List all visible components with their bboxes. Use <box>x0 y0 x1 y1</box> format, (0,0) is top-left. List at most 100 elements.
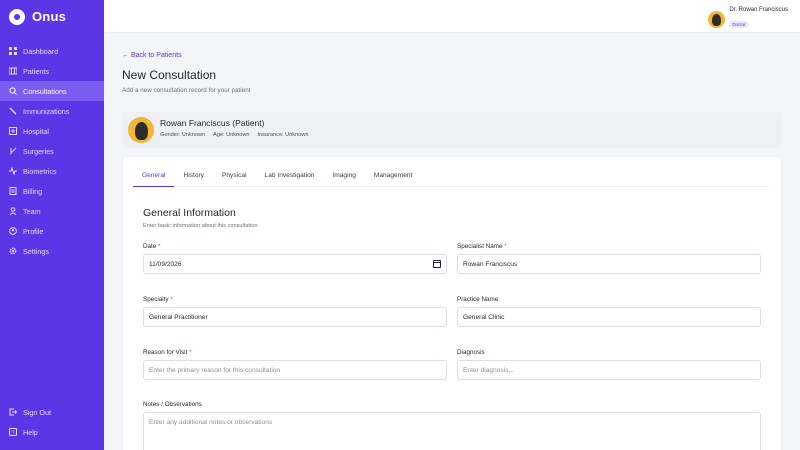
sidebar-item-label: Dashboard <box>23 46 59 56</box>
notes-label: Notes / Observations <box>143 401 202 408</box>
sidebar-item-label: Billing <box>23 186 43 196</box>
sidebar-item-label: Settings <box>23 246 49 256</box>
patient-gender: Gender: Unknown <box>160 132 206 138</box>
diagnosis-label: Diagnosis <box>457 349 485 356</box>
avatar <box>708 10 726 28</box>
patient-card: Rowan Franciscus (Patient) Gender: Unkno… <box>122 112 782 148</box>
sidebar-item-label: Hospital <box>23 126 49 136</box>
specialty-input[interactable]: General Practitioner <box>143 307 447 327</box>
sidebar-item-biometrics[interactable]: Biometrics <box>0 161 104 181</box>
sign-out-label: Sign Out <box>23 407 51 417</box>
specialist-field-group: Specialist Name * Rowan Franciscus <box>457 243 761 274</box>
user-name: Dr. Rowan Franciscus <box>729 7 788 13</box>
specialty-label: Specialty * <box>143 296 447 307</box>
sidebar-item-label: Surgeries <box>23 146 54 156</box>
receipt-icon <box>9 187 17 195</box>
tab-management[interactable]: Management <box>365 165 422 187</box>
practice-value: General Clinic <box>463 313 505 321</box>
sidebar-item-surgeries[interactable]: Surgeries <box>0 141 104 161</box>
users-icon <box>9 67 17 75</box>
patient-name: Rowan Franciscus (Patient) <box>160 118 265 128</box>
sidebar-item-label: Profile <box>23 226 44 236</box>
diagnosis-field-group: Diagnosis Enter diagnosis... <box>457 349 761 380</box>
patient-info: Gender: Unknown Age: Unknown Insurance: … <box>160 132 308 138</box>
sign-out-button[interactable]: Sign Out <box>0 402 104 422</box>
hospital-icon <box>9 127 17 135</box>
sidebar-item-team[interactable]: Team <box>0 201 104 221</box>
page-subtitle: Add a new consultation record for your p… <box>122 87 251 94</box>
sidebar-item-dashboard[interactable]: Dashboard <box>0 41 104 61</box>
practice-name-input[interactable]: General Clinic <box>457 307 761 327</box>
specialty-label-text: Specialty <box>143 296 169 303</box>
tab-general[interactable]: General <box>133 165 175 187</box>
reason-placeholder: Enter the primary reason for this consul… <box>149 366 281 374</box>
required-mark: * <box>170 296 173 303</box>
practice-label: Practice Name <box>457 296 499 303</box>
grid-icon <box>9 47 17 55</box>
specialty-value: General Practitioner <box>149 313 208 321</box>
help-button[interactable]: ? Help <box>0 422 104 442</box>
sidebar-item-label: Team <box>23 206 41 216</box>
help-icon: ? <box>9 428 17 436</box>
user-meta: Dr. Rowan Franciscus Doctor <box>729 7 788 31</box>
date-input[interactable]: 11/09/2026 <box>143 254 447 274</box>
scalpel-icon <box>9 147 17 155</box>
specialist-label-text: Specialist Name <box>457 243 503 250</box>
onus-logo-icon <box>9 8 25 25</box>
section-subtitle: Enter basic information about this consu… <box>143 223 258 229</box>
stethoscope-icon <box>9 87 17 95</box>
reason-label: Reason for Visit * <box>143 349 447 360</box>
practice-field-group: Practice Name General Clinic <box>457 296 761 327</box>
tab-bar: General History Physical Lab Investigati… <box>133 165 769 187</box>
required-mark: * <box>189 349 192 356</box>
reason-label-text: Reason for Visit <box>143 349 188 356</box>
sidebar-item-label: Biometrics <box>23 166 57 176</box>
tab-imaging[interactable]: Imaging <box>323 165 364 187</box>
calendar-icon[interactable] <box>433 260 441 268</box>
required-mark: * <box>504 243 507 250</box>
patient-age: Age: Unknown <box>213 132 250 138</box>
specialist-label: Specialist Name * <box>457 243 761 254</box>
sidebar-item-billing[interactable]: Billing <box>0 181 104 201</box>
svg-text:?: ? <box>11 430 14 436</box>
gear-icon <box>9 247 17 255</box>
consultation-form-card: General History Physical Lab Investigati… <box>122 156 782 450</box>
tab-lab-investigation[interactable]: Lab Investigation <box>256 165 324 187</box>
sign-out-icon <box>9 408 17 416</box>
brand-name: Onus <box>32 9 67 24</box>
syringe-icon <box>9 107 17 115</box>
sidebar-item-settings[interactable]: Settings <box>0 241 104 261</box>
specialty-field-group: Specialty * General Practitioner <box>143 296 447 327</box>
sidebar-item-hospital[interactable]: Hospital <box>0 121 104 141</box>
notes-textarea[interactable]: Enter any additional notes or observatio… <box>143 412 761 450</box>
user-menu[interactable]: Dr. Rowan Franciscus Doctor <box>708 7 788 31</box>
sidebar-item-label: Consultations <box>23 86 67 96</box>
patient-avatar <box>128 117 154 143</box>
brand[interactable]: Onus <box>0 0 104 33</box>
sidebar-item-immunizations[interactable]: Immunizations <box>0 101 104 121</box>
sidebar-bottom: Sign Out ? Help <box>0 402 104 442</box>
sidebar-nav: Dashboard Patients Consultations Immuniz… <box>0 41 104 261</box>
reason-for-visit-input[interactable]: Enter the primary reason for this consul… <box>143 360 447 380</box>
date-value: 11/09/2026 <box>149 260 182 268</box>
sidebar-item-label: Patients <box>23 66 49 76</box>
page-title: New Consultation <box>122 68 217 82</box>
user-icon <box>9 227 17 235</box>
back-to-patients-link[interactable]: ← Back to Patients <box>122 52 182 59</box>
date-label-text: Date <box>143 243 157 250</box>
patient-insurance: Insurance: Unknown <box>257 132 309 138</box>
reason-field-group: Reason for Visit * Enter the primary rea… <box>143 349 447 380</box>
required-mark: * <box>158 243 161 250</box>
main-content: ← Back to Patients New Consultation Add … <box>104 34 800 450</box>
sidebar-item-patients[interactable]: Patients <box>0 61 104 81</box>
specialist-name-input[interactable]: Rowan Franciscus <box>457 254 761 274</box>
tab-physical[interactable]: Physical <box>213 165 256 187</box>
tab-history[interactable]: History <box>174 165 213 187</box>
team-icon <box>9 207 17 215</box>
top-bar: Dr. Rowan Franciscus Doctor <box>104 0 800 33</box>
sidebar-item-consultations[interactable]: Consultations <box>0 81 104 101</box>
diagnosis-input[interactable]: Enter diagnosis... <box>457 360 761 380</box>
section-title: General Information <box>143 207 236 219</box>
specialist-value: Rowan Franciscus <box>463 260 518 268</box>
sidebar-item-profile[interactable]: Profile <box>0 221 104 241</box>
